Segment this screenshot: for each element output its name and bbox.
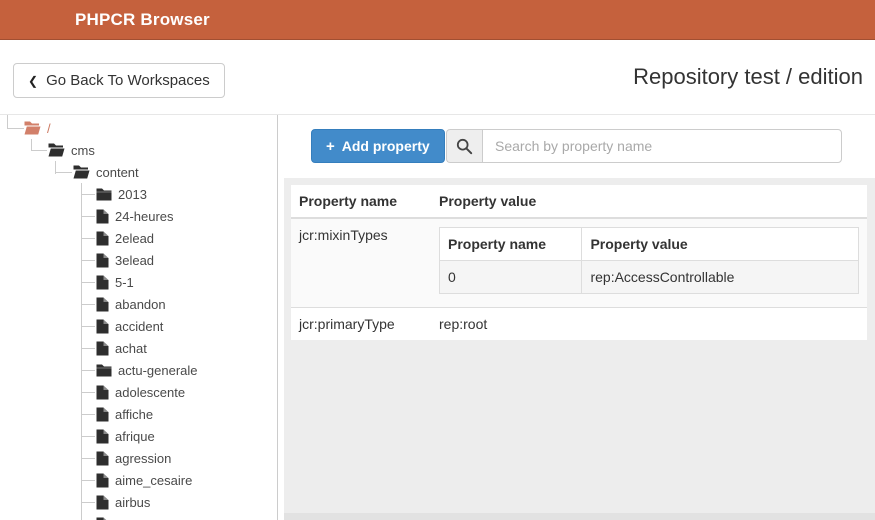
page-title: Repository test / edition [633,64,863,89]
file-icon [96,209,109,223]
tree-node[interactable]: abandon [0,293,277,315]
file-icon [96,473,109,487]
properties-table-container: Property name Property value jcr:mixinTy… [284,178,875,520]
properties-table-header-row: Property name Property value [291,185,867,219]
search-addon [446,129,482,163]
file-icon [96,297,109,311]
tree-node-label: aime_cesaire [115,472,193,488]
tree-node[interactable]: airbus [0,491,277,513]
search-input[interactable] [482,129,842,163]
nested-column-header-name: Property name [438,227,583,261]
tree-node-label: 3elead [115,252,155,268]
open-folder-icon [48,143,65,157]
tree-node-label: achat [115,340,147,356]
tree-node-label: agression [115,450,172,466]
tree-node-label: accident [115,318,164,334]
tree-node[interactable]: aime_cesaire [0,469,277,491]
properties-panel: + Add property Property name Property va… [278,115,875,520]
folder-icon [96,364,112,376]
tree-node-label: 2013 [118,186,147,202]
nested-column-header-value: Property value [581,227,859,261]
tree-node[interactable]: 24-heures [0,205,277,227]
property-row-mixintypes: jcr:mixinTypes Property name Property va… [291,218,867,308]
property-name-cell: jcr:primaryType [299,316,395,332]
tree-node-label: affiche [115,406,154,422]
tree-node-label: 24-heures [115,208,174,224]
nested-value-row: 0 rep:AccessControllable [438,260,859,294]
property-value-cell: Property name Property value 0 rep:Acces… [431,218,867,308]
tree-node[interactable]: 2elead [0,227,277,249]
property-name-cell: jcr:mixinTypes [299,227,388,243]
add-property-label: Add property [341,138,430,154]
subheader: ❮ Go Back To Workspaces Repository test … [0,40,875,115]
tree-node-label: 2elead [115,230,155,246]
back-chevron-icon: ❮ [28,73,39,88]
tree-node-label: cms [71,142,95,158]
tree-node[interactable]: 2013 [0,183,277,205]
file-icon [96,451,109,465]
tree-node[interactable]: adolescente [0,381,277,403]
properties-table: Property name Property value jcr:mixinTy… [291,185,867,340]
nested-value-table: Property name Property value 0 rep:Acces… [438,227,859,294]
column-header-property-name: Property name [291,185,431,219]
file-icon [96,429,109,443]
file-icon [96,341,109,355]
tree-node-label: actu-generale [118,362,198,378]
tree-node-cms[interactable]: cms [0,139,277,161]
tree-node[interactable]: accident [0,315,277,337]
tree-node-label: 5-1 [115,274,134,290]
tree-node-root[interactable]: / [0,117,277,139]
nested-table-header-row: Property name Property value [438,227,859,261]
tree-node[interactable]: agression [0,447,277,469]
file-icon [96,517,107,520]
property-row-primarytype: jcr:primaryType rep:root [291,307,867,340]
file-icon [96,495,109,509]
tree-node[interactable]: afrique [0,425,277,447]
tree-node[interactable]: 5-1 [0,271,277,293]
tree-node-content[interactable]: content [0,161,277,183]
file-icon [96,407,109,421]
node-tree-panel: / cms content 2013 24-heures 2elead 3ele… [0,115,278,520]
properties-table-wrap: Property name Property value jcr:mixinTy… [291,185,867,340]
go-back-button[interactable]: ❮ Go Back To Workspaces [13,63,225,98]
tree-node[interactable]: actu-generale [0,359,277,381]
property-value-cell: rep:root [439,316,488,332]
property-search-group [446,129,842,163]
tree-node-label: airbus [115,494,151,510]
tree-node[interactable]: 3elead [0,249,277,271]
column-header-property-value: Property value [431,185,867,219]
file-icon [96,253,109,267]
tree-node-label: adolescente [115,384,186,400]
add-property-button[interactable]: + Add property [311,129,445,163]
tree-node-label: abandon [115,296,166,312]
file-icon [96,385,109,399]
tree-node-label: afrique [115,428,155,444]
app-brand: PHPCR Browser [75,10,210,29]
tree-node-label: content [96,164,139,180]
open-folder-icon [73,165,90,179]
go-back-label: Go Back To Workspaces [46,72,210,89]
nested-value-cell: rep:AccessControllable [581,260,859,294]
content-row: / cms content 2013 24-heures 2elead 3ele… [0,115,875,520]
file-icon [96,275,109,289]
app-header: PHPCR Browser [0,0,875,40]
file-icon [96,231,109,245]
tree-node-label: / [47,120,51,136]
tree-node[interactable]: achat [0,337,277,359]
plus-icon: + [326,137,335,155]
open-folder-icon [24,121,41,135]
folder-icon [96,188,112,200]
tree-node-partial[interactable] [0,513,277,520]
search-icon [456,138,473,154]
file-icon [96,319,109,333]
nested-name-cell: 0 [438,260,583,294]
tree-node[interactable]: affiche [0,403,277,425]
